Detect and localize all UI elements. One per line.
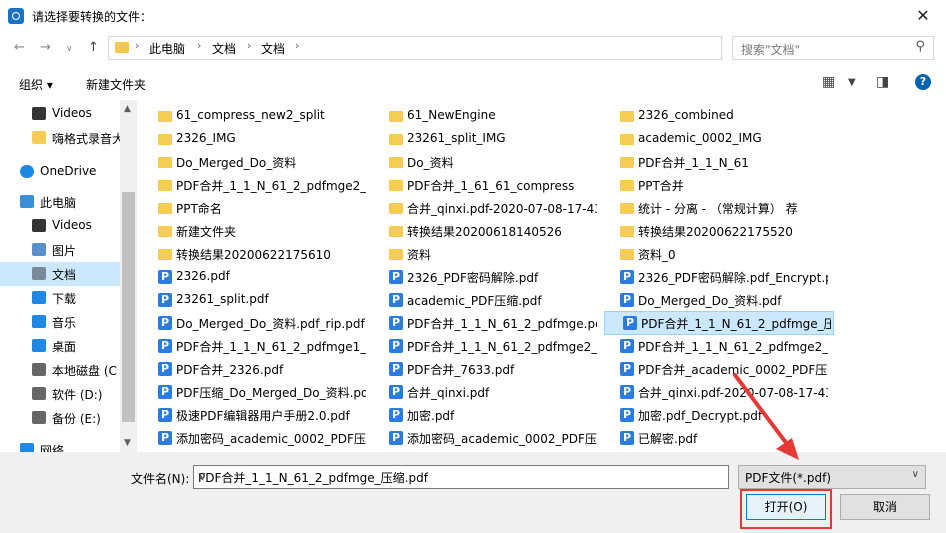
annotation-arrow: [733, 373, 799, 460]
